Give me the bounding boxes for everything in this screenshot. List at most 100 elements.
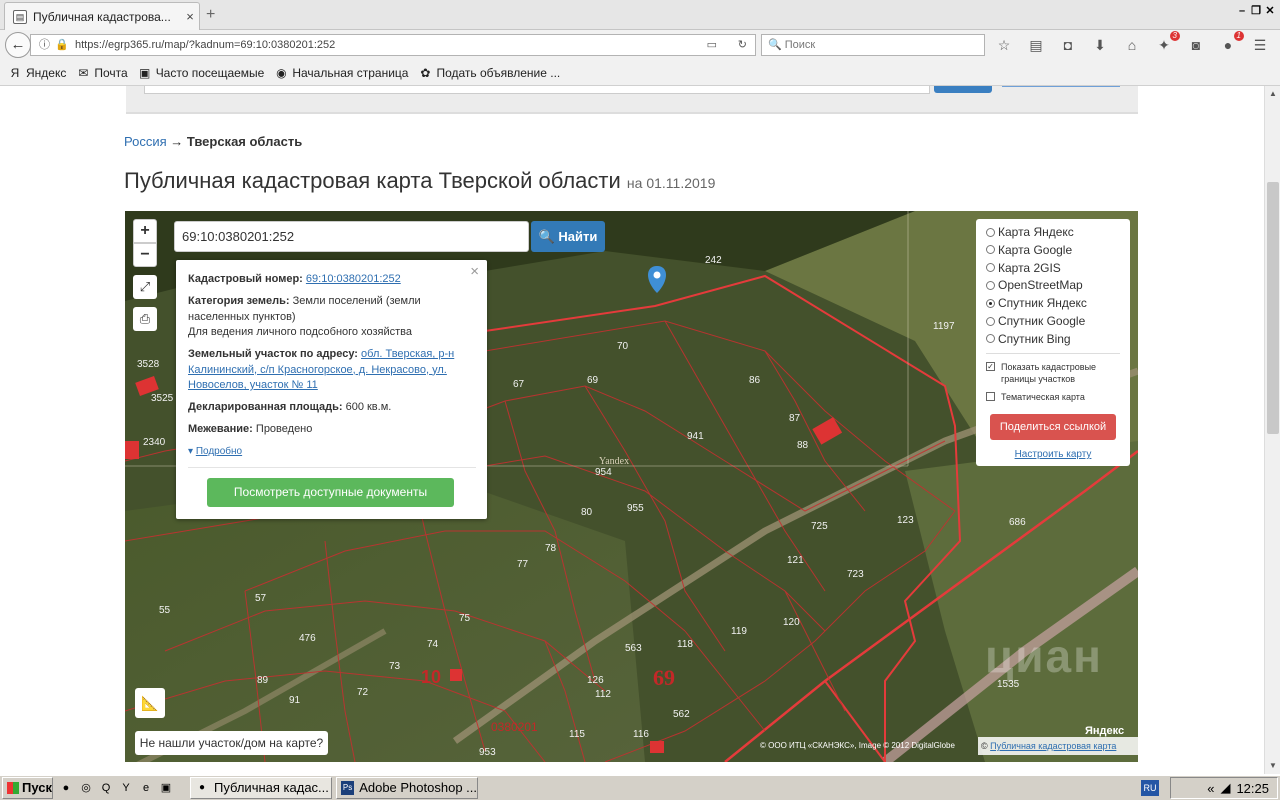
reader-view-icon[interactable]: ▭ <box>707 35 717 55</box>
thematic-map-toggle[interactable]: Тематическая карта <box>986 391 1085 403</box>
parcel-number-label[interactable]: 119 <box>731 626 747 637</box>
parcel-number-label[interactable]: 88 <box>797 440 809 451</box>
screenshot-icon[interactable]: ◙ <box>1186 35 1206 55</box>
breadcrumb-root[interactable]: Россия <box>124 134 167 149</box>
parcel-number-label[interactable]: 91 <box>289 695 301 706</box>
layer-radio[interactable] <box>986 316 995 326</box>
qip-icon[interactable]: Q <box>98 780 114 796</box>
extension-icon[interactable]: ✦ 3 <box>1154 31 1180 55</box>
bookmark-item[interactable]: Я Яндекс <box>8 66 67 80</box>
layer-option[interactable]: Карта Google <box>986 242 1072 258</box>
parcel-number-label[interactable]: 55 <box>159 605 171 616</box>
address-link-2[interactable]: Калининский, с/п Красногорское, д. Некра… <box>188 364 447 376</box>
parcel-number-label[interactable]: 725 <box>811 521 828 532</box>
parcel-number-label[interactable]: 74 <box>427 639 439 650</box>
layer-radio[interactable] <box>986 334 995 344</box>
parcel-number-label[interactable]: 3528 <box>137 359 160 370</box>
bookmarks-library-icon[interactable]: ▤ <box>1026 35 1046 55</box>
layer-radio[interactable] <box>986 263 995 273</box>
parcel-number-label[interactable]: 86 <box>749 375 761 386</box>
parcel-number-label[interactable]: 72 <box>357 687 369 698</box>
parcel-number-label[interactable]: 2340 <box>143 437 166 448</box>
parcel-number-label[interactable]: 78 <box>545 543 557 554</box>
bookmark-item[interactable]: ▣ Часто посещаемые <box>138 66 264 80</box>
minimize-icon[interactable]: – <box>1236 3 1248 19</box>
not-found-button[interactable]: Не нашли участок/дом на карте? <box>135 731 328 755</box>
layer-option[interactable]: Карта Яндекс <box>986 224 1074 240</box>
ie-icon[interactable]: e <box>138 780 154 796</box>
menu-icon[interactable]: ☰ <box>1250 35 1270 55</box>
desktop-icon[interactable]: ▣ <box>158 780 174 796</box>
layer-option[interactable]: Спутник Яндекс <box>986 295 1087 311</box>
language-indicator[interactable]: RU <box>1141 780 1159 796</box>
parcel-number-label[interactable]: 80 <box>581 507 593 518</box>
parcel-number-label[interactable]: 70 <box>617 341 629 352</box>
zoom-in-button[interactable]: + <box>133 219 157 243</box>
adblock-icon[interactable]: ● 1 <box>1218 31 1244 55</box>
layer-option[interactable]: Спутник Bing <box>986 331 1071 347</box>
parcel-number-label[interactable]: 562 <box>673 709 690 720</box>
pocket-icon[interactable]: ◘ <box>1058 35 1078 55</box>
reload-icon[interactable]: ↻ <box>738 35 747 55</box>
parcel-number-label[interactable]: 121 <box>787 555 804 566</box>
layer-option[interactable]: Карта 2GIS <box>986 260 1061 276</box>
restore-icon[interactable]: ❐ <box>1250 3 1262 19</box>
cadastral-map[interactable]: Yandex 242 1197 70 67 69 86 3528 3525 2340 87 88 94… <box>125 211 1138 762</box>
header-link[interactable] <box>1002 86 1120 87</box>
back-button[interactable]: ← <box>5 32 31 58</box>
tab-close-icon[interactable]: × <box>181 9 199 24</box>
thematic-map-checkbox[interactable] <box>986 392 995 401</box>
new-tab-icon[interactable]: + <box>206 6 215 24</box>
bookmark-item[interactable]: ✉ Почта <box>76 66 127 80</box>
layer-radio[interactable] <box>986 245 995 255</box>
url-text[interactable]: https://egrp365.ru/map/?kadnum=69:10:038… <box>75 35 335 55</box>
header-search-field[interactable] <box>144 86 930 94</box>
parcel-number-label[interactable]: 89 <box>257 675 269 686</box>
parcel-number-label[interactable]: 723 <box>847 569 864 580</box>
parcel-number-label[interactable]: 67 <box>513 379 525 390</box>
opera-icon[interactable]: ◎ <box>78 780 94 796</box>
fullscreen-icon[interactable]: ⤢ <box>133 275 157 299</box>
view-documents-button[interactable]: Посмотреть доступные документы <box>207 478 454 507</box>
show-borders-checkbox[interactable]: ✓ <box>986 362 995 371</box>
parcel-number-label[interactable]: 75 <box>459 613 471 624</box>
browser-search-input[interactable]: 🔍 Поиск <box>761 34 985 56</box>
parcel-number-label[interactable]: 77 <box>517 559 529 570</box>
parcel-number-label[interactable]: 955 <box>627 503 644 514</box>
parcel-number-label[interactable]: 242 <box>705 255 722 266</box>
print-icon[interactable]: ⎙ <box>133 307 157 331</box>
parcel-number-label[interactable]: 1197 <box>933 321 955 332</box>
parcel-number-label[interactable]: 953 <box>479 747 496 758</box>
info-icon[interactable]: ⓘ <box>39 35 50 55</box>
address-link-3[interactable]: Новоселов, участок № 11 <box>188 379 318 391</box>
parcel-number-label[interactable]: 120 <box>783 617 800 628</box>
bookmark-item[interactable]: ✿ Подать объявление ... <box>418 66 560 80</box>
ruler-icon[interactable]: 📐 <box>135 688 165 718</box>
find-button[interactable]: 🔍 Найти <box>531 221 605 252</box>
parcel-number-label[interactable]: 115 <box>569 729 585 740</box>
taskbar-task-photoshop[interactable]: Ps Adobe Photoshop ... <box>336 777 478 799</box>
tray-expand-icon[interactable]: « <box>1207 781 1214 796</box>
layer-radio[interactable] <box>986 280 995 290</box>
parcel-number-label[interactable]: 118 <box>677 639 693 650</box>
parcel-number-label[interactable]: 73 <box>389 661 401 672</box>
cad-number-link[interactable]: 69:10:0380201:252 <box>306 273 401 285</box>
zoom-out-button[interactable]: − <box>133 243 157 267</box>
download-icon[interactable]: ⬇ <box>1090 35 1110 55</box>
layer-radio[interactable] <box>986 298 995 308</box>
show-borders-toggle[interactable]: ✓ Показать кадастровые границы участков <box>986 361 1096 385</box>
header-search-button[interactable] <box>934 86 992 93</box>
parcel-number-label[interactable]: 69 <box>587 375 599 386</box>
layer-radio[interactable] <box>986 227 995 237</box>
pkk-link[interactable]: Публичная кадастровая карта <box>990 741 1116 751</box>
taskbar-task-firefox[interactable]: ● Публичная кадас... <box>190 777 332 799</box>
parcel-number-label[interactable]: 87 <box>789 413 801 424</box>
parcel-number-label[interactable]: 563 <box>625 643 642 654</box>
parcel-number-label[interactable]: 116 <box>633 729 649 740</box>
scroll-down-icon[interactable]: ▼ <box>1265 758 1280 774</box>
parcel-number-label[interactable]: 112 <box>595 689 611 700</box>
details-toggle[interactable]: ▾ Подробно <box>188 446 242 457</box>
parcel-number-label[interactable]: 476 <box>299 633 316 644</box>
bookmark-star-icon[interactable]: ☆ <box>994 35 1014 55</box>
page-scrollbar[interactable]: ▲ ▼ <box>1264 86 1280 774</box>
